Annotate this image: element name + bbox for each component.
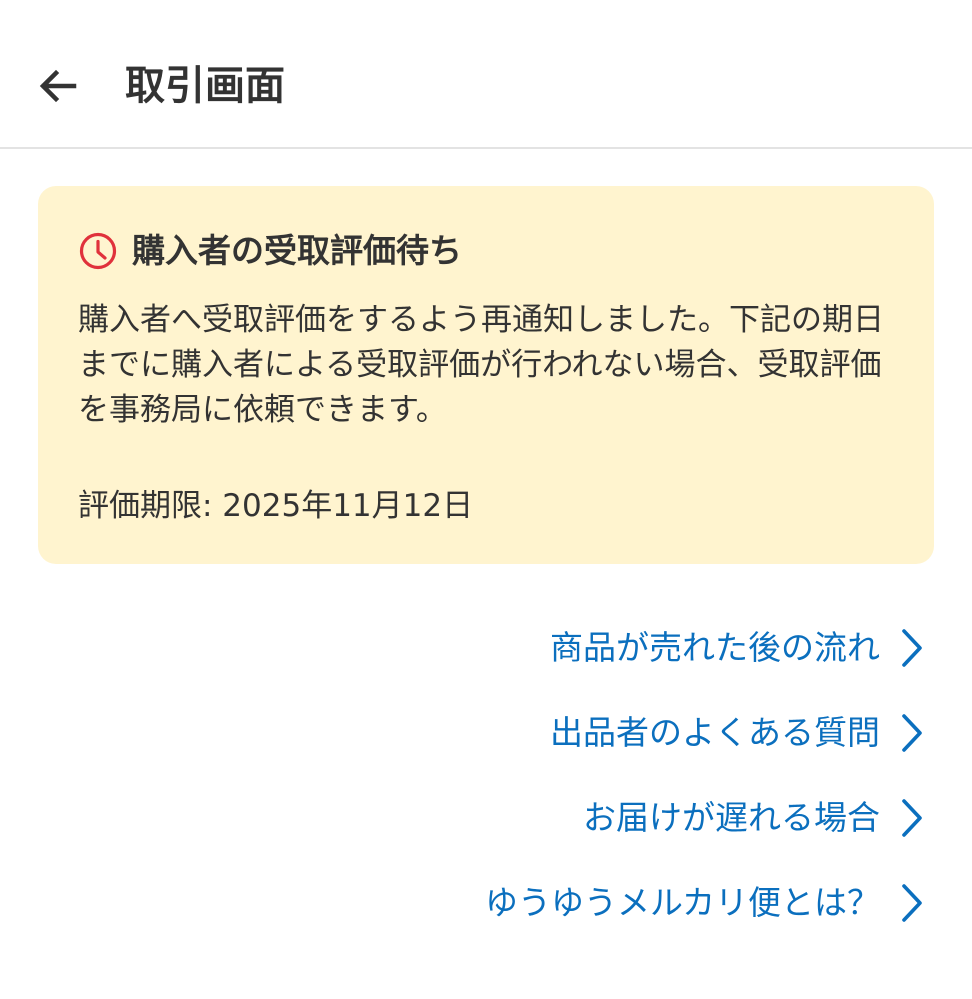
back-button[interactable] <box>24 52 92 120</box>
link-seller-faq[interactable]: 出品者のよくある質問 <box>550 703 924 763</box>
app-header: 取引画面 <box>0 0 972 149</box>
chevron-right-icon <box>902 884 922 922</box>
status-header: 購入者の受取評価待ち <box>78 228 462 274</box>
link-label: 商品が売れた後の流れ <box>550 628 880 667</box>
link-label: お届けが遅れる場合 <box>583 798 880 837</box>
chevron-right-icon <box>902 629 922 667</box>
status-title: 購入者の受取評価待ち <box>132 231 462 270</box>
page-title: 取引画面 <box>125 63 285 109</box>
status-card: 購入者の受取評価待ち 購入者へ受取評価をするよう再通知しました。下記の期日までに… <box>38 186 934 564</box>
evaluation-deadline: 評価期限: 2025年11月12日 <box>78 488 474 524</box>
back-arrow-icon <box>39 69 77 103</box>
status-message: 購入者へ受取評価をするよう再通知しました。下記の期日までに購入者による受取評価が… <box>78 302 884 428</box>
link-flow-after-sale[interactable]: 商品が売れた後の流れ <box>550 618 924 678</box>
chevron-right-icon <box>902 799 922 837</box>
link-label: 出品者のよくある質問 <box>550 713 880 752</box>
link-delivery-delay[interactable]: お届けが遅れる場合 <box>583 788 924 848</box>
link-label: ゆうゆうメルカリ便とは？ <box>484 883 880 922</box>
clock-icon <box>79 232 117 270</box>
link-yuyu-mercari-bin[interactable]: ゆうゆうメルカリ便とは？ <box>485 873 924 933</box>
chevron-right-icon <box>902 714 922 752</box>
